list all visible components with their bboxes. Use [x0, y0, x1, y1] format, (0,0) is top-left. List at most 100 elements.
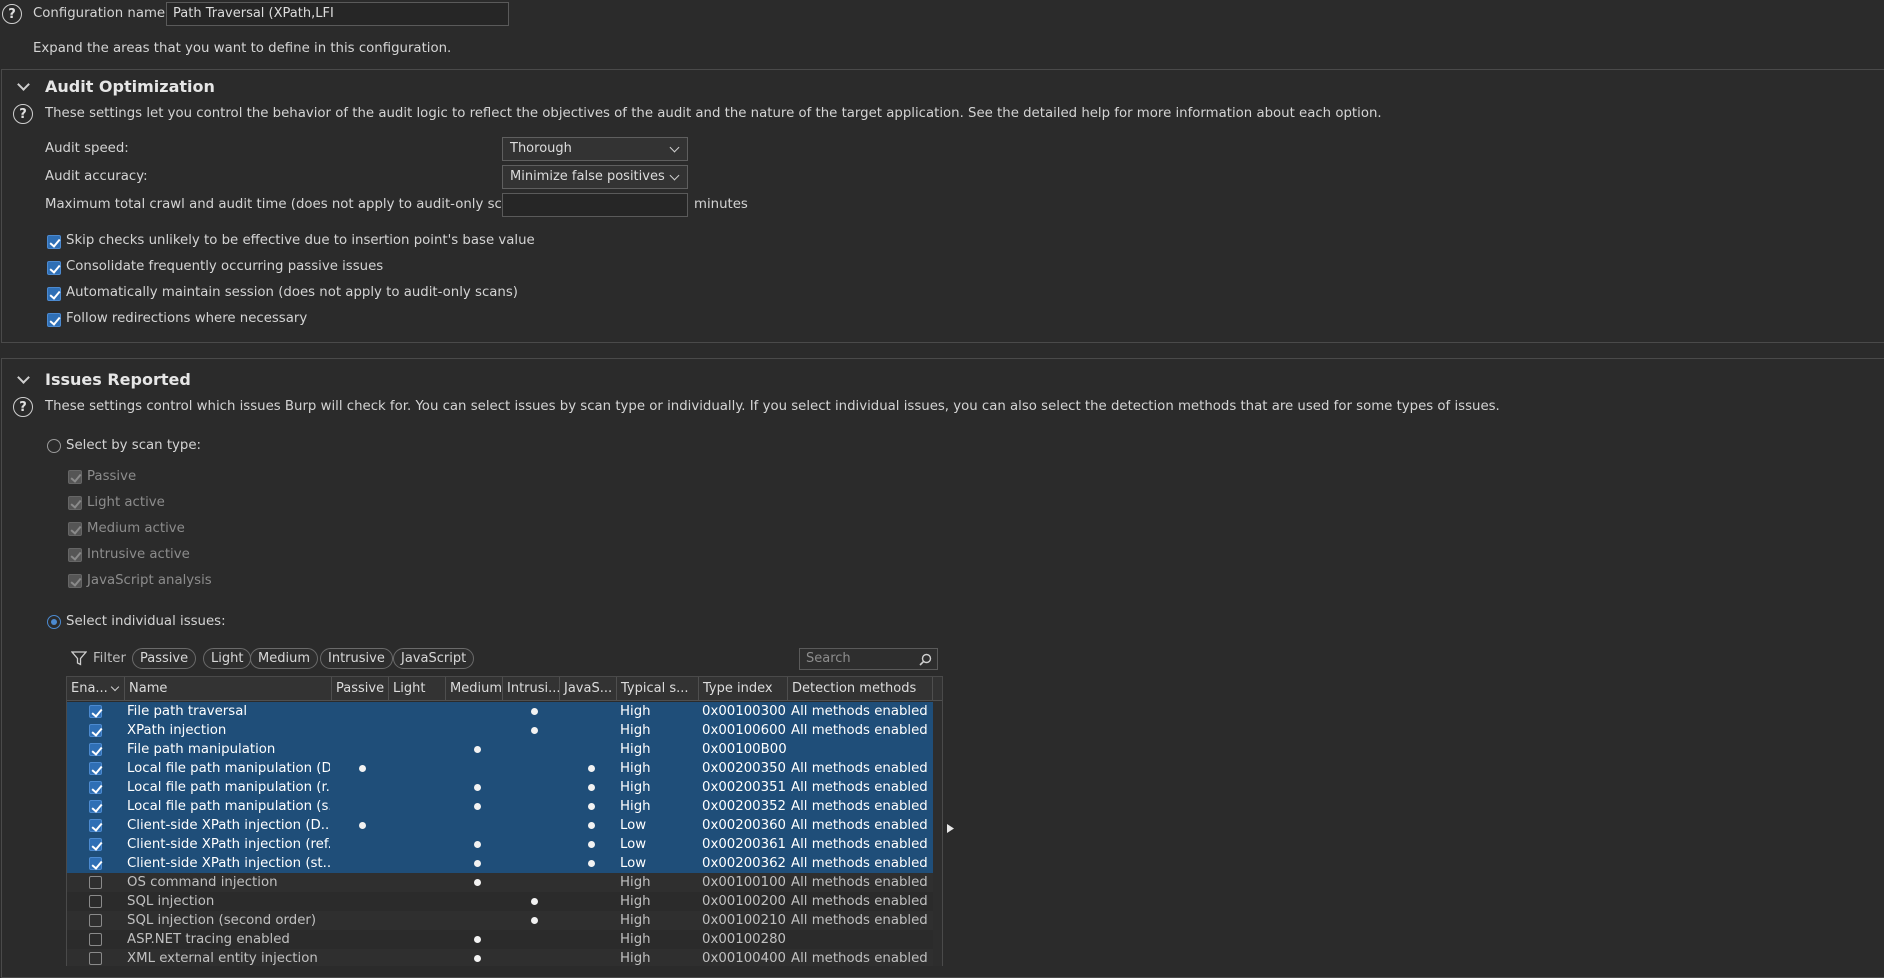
issues-reported-description: These settings control which issues Burp…: [45, 399, 1500, 414]
help-icon[interactable]: ?: [2, 4, 22, 24]
header-corner: [933, 677, 942, 700]
passive-checkbox[interactable]: [68, 470, 82, 484]
table-row[interactable]: Client-side XPath injection (st... Low 0x0…: [67, 854, 933, 873]
select-by-scan-type-label[interactable]: Select by scan type:: [66, 438, 201, 453]
follow-redirections-label[interactable]: Follow redirections where necessary: [66, 311, 307, 326]
table-row[interactable]: SQL injection High 0x00100200 All methods e…: [67, 892, 933, 911]
filter-intrusive-pill[interactable]: Intrusive: [320, 648, 393, 669]
scan-type-js-indicator: [588, 784, 595, 791]
col-detection-header[interactable]: Detection methods: [788, 677, 933, 700]
scan-type-intrusive-indicator: [531, 708, 538, 715]
col-type-index-header[interactable]: Type index: [699, 677, 788, 700]
audit-speed-value: Thorough: [510, 141, 572, 156]
consolidate-passive-checkbox[interactable]: [47, 261, 61, 275]
row-enabled-checkbox[interactable]: [89, 914, 102, 927]
cell-severity: High: [620, 894, 651, 909]
col-name-header[interactable]: Name: [125, 677, 332, 700]
filter-light-pill[interactable]: Light: [203, 648, 252, 669]
cell-name: File path manipulation: [127, 742, 276, 757]
table-row[interactable]: Client-side XPath injection (D... Low 0x00…: [67, 816, 933, 835]
cell-severity: High: [620, 875, 651, 890]
search-input[interactable]: Search: [799, 648, 938, 670]
cell-detection: [791, 740, 933, 759]
skip-checks-checkbox[interactable]: [47, 235, 61, 249]
medium-active-checkbox[interactable]: [68, 522, 82, 536]
filter-passive-pill[interactable]: Passive: [132, 648, 197, 669]
audit-speed-select[interactable]: Thorough: [502, 137, 688, 161]
col-enabled-header[interactable]: Ena...: [67, 677, 125, 700]
table-row[interactable]: XPath injection High 0x00100600 All methods…: [67, 721, 933, 740]
select-by-scan-type-radio[interactable]: [47, 439, 61, 453]
scan-type-passive-indicator: [359, 765, 366, 772]
row-enabled-checkbox[interactable]: [89, 952, 102, 965]
table-header: Ena... Name Passive Light Medium Intrusi…: [67, 677, 942, 701]
table-row[interactable]: File path manipulation High 0x00100B00: [67, 740, 933, 759]
scan-type-medium-indicator: [474, 841, 481, 848]
table-scrollbar[interactable]: [933, 701, 942, 966]
scan-type-light-label: Light active: [87, 495, 165, 510]
table-row[interactable]: OS command injection High 0x00100100 All me…: [67, 873, 933, 892]
row-enabled-checkbox[interactable]: [89, 762, 102, 775]
audit-accuracy-select[interactable]: Minimize false positives: [502, 165, 688, 189]
scan-type-intrusive-label: Intrusive active: [87, 547, 190, 562]
row-enabled-checkbox[interactable]: [89, 876, 102, 889]
cell-name: OS command injection: [127, 875, 278, 890]
row-enabled-checkbox[interactable]: [89, 800, 102, 813]
cell-name: Local file path manipulation (D...: [127, 761, 330, 776]
row-enabled-checkbox[interactable]: [89, 705, 102, 718]
light-active-checkbox[interactable]: [68, 496, 82, 510]
scan-type-medium-indicator: [474, 860, 481, 867]
row-enabled-checkbox[interactable]: [89, 819, 102, 832]
select-individual-radio[interactable]: [47, 615, 61, 629]
table-row[interactable]: SQL injection (second order) High 0x001002…: [67, 911, 933, 930]
filter-icon[interactable]: [71, 651, 87, 666]
scan-type-js-indicator: [588, 841, 595, 848]
scan-type-passive-label: Passive: [87, 469, 137, 484]
row-enabled-checkbox[interactable]: [89, 857, 102, 870]
row-enabled-checkbox[interactable]: [89, 895, 102, 908]
col-severity-header[interactable]: Typical s...: [617, 677, 699, 700]
filter-javascript-pill[interactable]: JavaScript: [393, 648, 475, 669]
table-row[interactable]: ASP.NET tracing enabled High 0x00100280: [67, 930, 933, 949]
consolidate-passive-label[interactable]: Consolidate frequently occurring passive…: [66, 259, 383, 274]
help-icon[interactable]: ?: [13, 104, 33, 124]
col-javascript-header[interactable]: JavaS...: [560, 677, 617, 700]
table-row[interactable]: Local file path manipulation (D... High 0x…: [67, 759, 933, 778]
cell-type-index: 0x00100300: [702, 704, 787, 719]
table-row[interactable]: Client-side XPath injection (ref... Low 0x…: [67, 835, 933, 854]
col-light-header[interactable]: Light: [389, 677, 446, 700]
issues-table[interactable]: Ena... Name Passive Light Medium Intrusi…: [66, 676, 943, 966]
table-row[interactable]: Local file path manipulation (s... High 0x…: [67, 797, 933, 816]
maintain-session-checkbox[interactable]: [47, 287, 61, 301]
row-enabled-checkbox[interactable]: [89, 743, 102, 756]
cell-type-index: 0x00100600: [702, 723, 787, 738]
table-row[interactable]: File path traversal High 0x00100300 All met…: [67, 702, 933, 721]
cell-detection: All methods enabled: [791, 761, 928, 776]
row-enabled-checkbox[interactable]: [89, 724, 102, 737]
col-medium-header[interactable]: Medium: [446, 677, 503, 700]
max-time-field[interactable]: [502, 193, 688, 217]
filter-medium-pill[interactable]: Medium: [250, 648, 318, 669]
filter-label[interactable]: Filter: [93, 651, 126, 666]
maintain-session-label[interactable]: Automatically maintain session (does not…: [66, 285, 518, 300]
row-enabled-checkbox[interactable]: [89, 781, 102, 794]
audit-optimization-title[interactable]: Audit Optimization: [45, 77, 215, 96]
row-enabled-checkbox[interactable]: [89, 933, 102, 946]
select-individual-label[interactable]: Select individual issues:: [66, 614, 226, 629]
intrusive-active-checkbox[interactable]: [68, 548, 82, 562]
cell-type-index: 0x00200360: [702, 818, 787, 833]
table-row[interactable]: Local file path manipulation (r... High 0x…: [67, 778, 933, 797]
follow-redirections-checkbox[interactable]: [47, 313, 61, 327]
issues-reported-title[interactable]: Issues Reported: [45, 370, 191, 389]
scan-type-medium-indicator: [474, 955, 481, 962]
javascript-analysis-checkbox[interactable]: [68, 574, 82, 588]
help-icon[interactable]: ?: [13, 397, 33, 417]
play-arrow-icon[interactable]: [946, 823, 955, 834]
cell-name: XML external entity injection: [127, 951, 318, 966]
col-intrusive-header[interactable]: Intrusi...: [503, 677, 560, 700]
row-enabled-checkbox[interactable]: [89, 838, 102, 851]
config-name-field[interactable]: Path Traversal (XPath,LFI: [166, 2, 509, 26]
col-passive-header[interactable]: Passive: [332, 677, 389, 700]
table-row[interactable]: XML external entity injection High 0x00100…: [67, 949, 933, 966]
skip-checks-label[interactable]: Skip checks unlikely to be effective due…: [66, 233, 535, 248]
